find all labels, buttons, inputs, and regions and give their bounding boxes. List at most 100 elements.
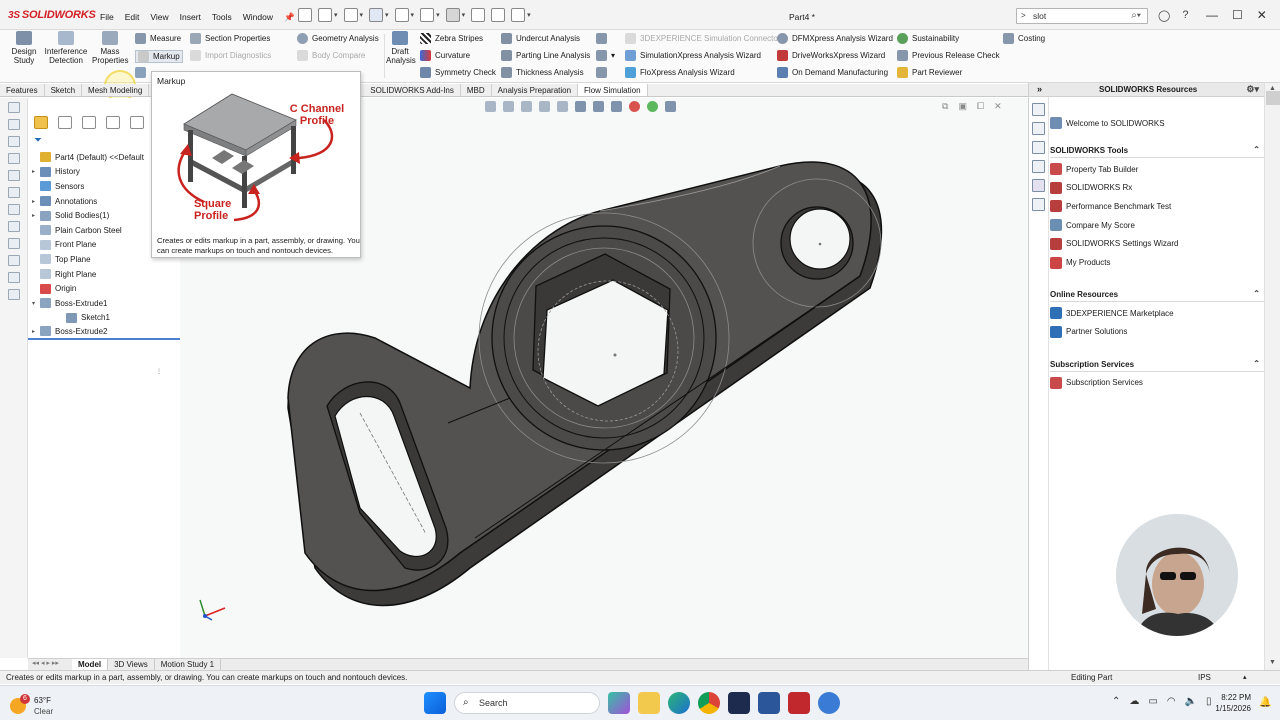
task-pane-section-header[interactable]: Online Resources ⌃ (1050, 289, 1264, 303)
tree-node[interactable]: ▾ Boss-Extrude1 (28, 296, 180, 311)
task-pane-link[interactable]: 3DEXPERIENCE Marketplace (1050, 307, 1174, 320)
part-reviewer-button[interactable]: Part Reviewer (897, 67, 962, 78)
open-icon[interactable] (343, 8, 358, 22)
strip-tool-icon[interactable] (7, 272, 20, 283)
expand-task-pane-icon[interactable]: » (1037, 84, 1042, 94)
scroll-thumb[interactable] (1266, 91, 1280, 105)
tab-model[interactable]: Model (72, 659, 109, 670)
menu-window[interactable]: Window (243, 12, 273, 23)
task-pane-scrollbar[interactable]: ▲ ▼ (1264, 83, 1280, 670)
select-cursor-icon[interactable] (445, 8, 460, 22)
help-icon[interactable]: ? (1182, 9, 1188, 22)
display-manager-icon[interactable] (130, 116, 144, 129)
deviation-analysis-button[interactable] (596, 67, 607, 78)
sensor-button[interactable] (135, 67, 146, 78)
tree-expand-icon[interactable]: ▾ (32, 300, 40, 307)
section-properties-button[interactable]: Section Properties (190, 33, 270, 44)
curvature-button[interactable]: Curvature (420, 50, 470, 61)
import-diagnostics-button[interactable]: Import Diagnostics (190, 50, 271, 61)
tab-solidworks-add-ins[interactable]: SOLIDWORKS Add-Ins (364, 84, 461, 96)
select-dropdown-icon[interactable]: ▾ (462, 11, 466, 19)
driveworksxpress-button[interactable]: DriveWorksXpress Wizard (777, 50, 885, 61)
collapse-chevron-icon[interactable]: ⌃ (1253, 145, 1260, 154)
print-dropdown-icon[interactable]: ▾ (411, 11, 415, 19)
thickness-analysis-button[interactable]: Thickness Analysis (501, 67, 584, 78)
notifications-icon[interactable]: 🔔 (1259, 697, 1271, 708)
tab-analysis-preparation[interactable]: Analysis Preparation (492, 84, 579, 96)
filter-icon[interactable]: ⏷ (34, 135, 42, 146)
panel-resize-handle[interactable]: ⋮ (156, 368, 162, 375)
task-pane-link[interactable]: My Products (1050, 256, 1110, 269)
geometry-analysis-button[interactable]: Geometry Analysis (297, 33, 379, 44)
strip-tool-icon[interactable] (7, 221, 20, 232)
strip-tool-icon[interactable] (7, 255, 20, 266)
menu-edit[interactable]: Edit (125, 12, 140, 23)
menu-tools[interactable]: Tools (212, 12, 232, 23)
parting-line-analysis-button[interactable]: Parting Line Analysis (501, 50, 590, 61)
task-pane-section-header[interactable]: Subscription Services ⌃ (1050, 359, 1264, 372)
pin-icon[interactable]: 📌 (284, 12, 295, 23)
collapse-chevron-icon[interactable]: ⌃ (1253, 359, 1260, 368)
tab-sketch[interactable]: Sketch (45, 84, 83, 96)
design-study-button[interactable]: Design Study (8, 31, 40, 65)
save-dropdown-icon[interactable]: ▾ (385, 11, 389, 19)
tab-motion-study[interactable]: Motion Study 1 (155, 659, 222, 670)
check-button[interactable]: ▾ (596, 50, 615, 61)
tree-node[interactable]: ▸ Boss-Extrude2 (28, 325, 180, 340)
symmetry-check-button[interactable]: Symmetry Check (420, 67, 496, 78)
command-search-input[interactable]: > slot ⌕▾ (1016, 8, 1148, 24)
view-palette-icon[interactable] (1032, 160, 1045, 173)
tab-features[interactable]: Features (0, 84, 45, 96)
tree-expand-icon[interactable]: ▸ (32, 168, 40, 175)
close-icon[interactable]: ✕ (1257, 8, 1267, 22)
maximize-icon[interactable]: ☐ (1232, 8, 1243, 22)
measure-button[interactable]: Measure (135, 33, 181, 44)
tree-expand-icon[interactable]: ▸ (32, 328, 40, 335)
task-pane-link[interactable]: Partner Solutions (1050, 325, 1127, 338)
menu-view[interactable]: View (150, 12, 168, 23)
volume-icon[interactable]: 🔈 (1185, 696, 1197, 707)
sustainability-button[interactable]: Sustainability (897, 33, 959, 44)
clock[interactable]: 8:22 PM 1/15/2026 (1209, 692, 1251, 714)
floxpress-button[interactable]: FloXpress Analysis Wizard (625, 67, 735, 78)
task-pane-link[interactable]: Subscription Services (1050, 376, 1143, 389)
tree-node[interactable]: Sketch1 (28, 311, 180, 326)
minimize-icon[interactable]: — (1206, 8, 1218, 22)
interference-detection-button[interactable]: Interference Detection (44, 31, 88, 65)
word-icon[interactable] (758, 692, 780, 714)
costing-button[interactable]: Costing (1003, 33, 1045, 44)
solidworks-taskbar-icon[interactable] (788, 692, 810, 714)
copilot-icon[interactable] (608, 692, 630, 714)
strip-tool-icon[interactable] (7, 102, 20, 113)
tab-mbd[interactable]: MBD (461, 84, 492, 96)
search-icon[interactable]: ⌕▾ (1131, 10, 1141, 21)
undo-dropdown-icon[interactable]: ▾ (436, 11, 440, 19)
task-pane-section-header[interactable]: SOLIDWORKS Tools ⌃ (1050, 145, 1264, 158)
compare-documents-button[interactable] (596, 33, 607, 44)
scroll-down-icon[interactable]: ▼ (1269, 659, 1276, 666)
wifi-icon[interactable]: ◠ (1167, 696, 1176, 707)
strip-tool-icon[interactable] (7, 238, 20, 249)
file-explorer-icon[interactable] (1032, 141, 1045, 154)
rebuild-icon[interactable] (471, 8, 486, 22)
task-pane-link[interactable]: SOLIDWORKS Rx (1050, 181, 1132, 194)
unit-system-dropdown-icon[interactable]: ▴ (1243, 673, 1247, 681)
settings-icon[interactable] (818, 692, 840, 714)
configurationmanager-icon[interactable] (82, 116, 96, 129)
strip-tool-icon[interactable] (7, 170, 20, 181)
mass-properties-button[interactable]: Mass Properties (92, 31, 128, 65)
onedrive-icon[interactable]: ☁ (1129, 696, 1139, 707)
save-icon[interactable] (369, 8, 384, 22)
markup-button[interactable]: Markup (135, 50, 183, 63)
task-pane-link[interactable]: Performance Benchmark Test (1050, 200, 1171, 213)
new-dropdown-icon[interactable]: ▾ (334, 11, 338, 19)
simulationxpress-button[interactable]: SimulationXpress Analysis Wizard (625, 50, 761, 61)
body-compare-button[interactable]: Body Compare (297, 50, 365, 61)
solidworks-logo[interactable]: 3S SOLIDWORKS (8, 9, 96, 21)
edge-icon[interactable] (668, 692, 690, 714)
welcome-link[interactable]: Welcome to SOLIDWORKS (1050, 117, 1165, 129)
new-document-icon[interactable] (318, 8, 332, 22)
check-dropdown-icon[interactable]: ▾ (611, 51, 615, 60)
resources-home-icon[interactable] (1032, 103, 1045, 116)
options-gear-icon[interactable] (511, 8, 526, 22)
